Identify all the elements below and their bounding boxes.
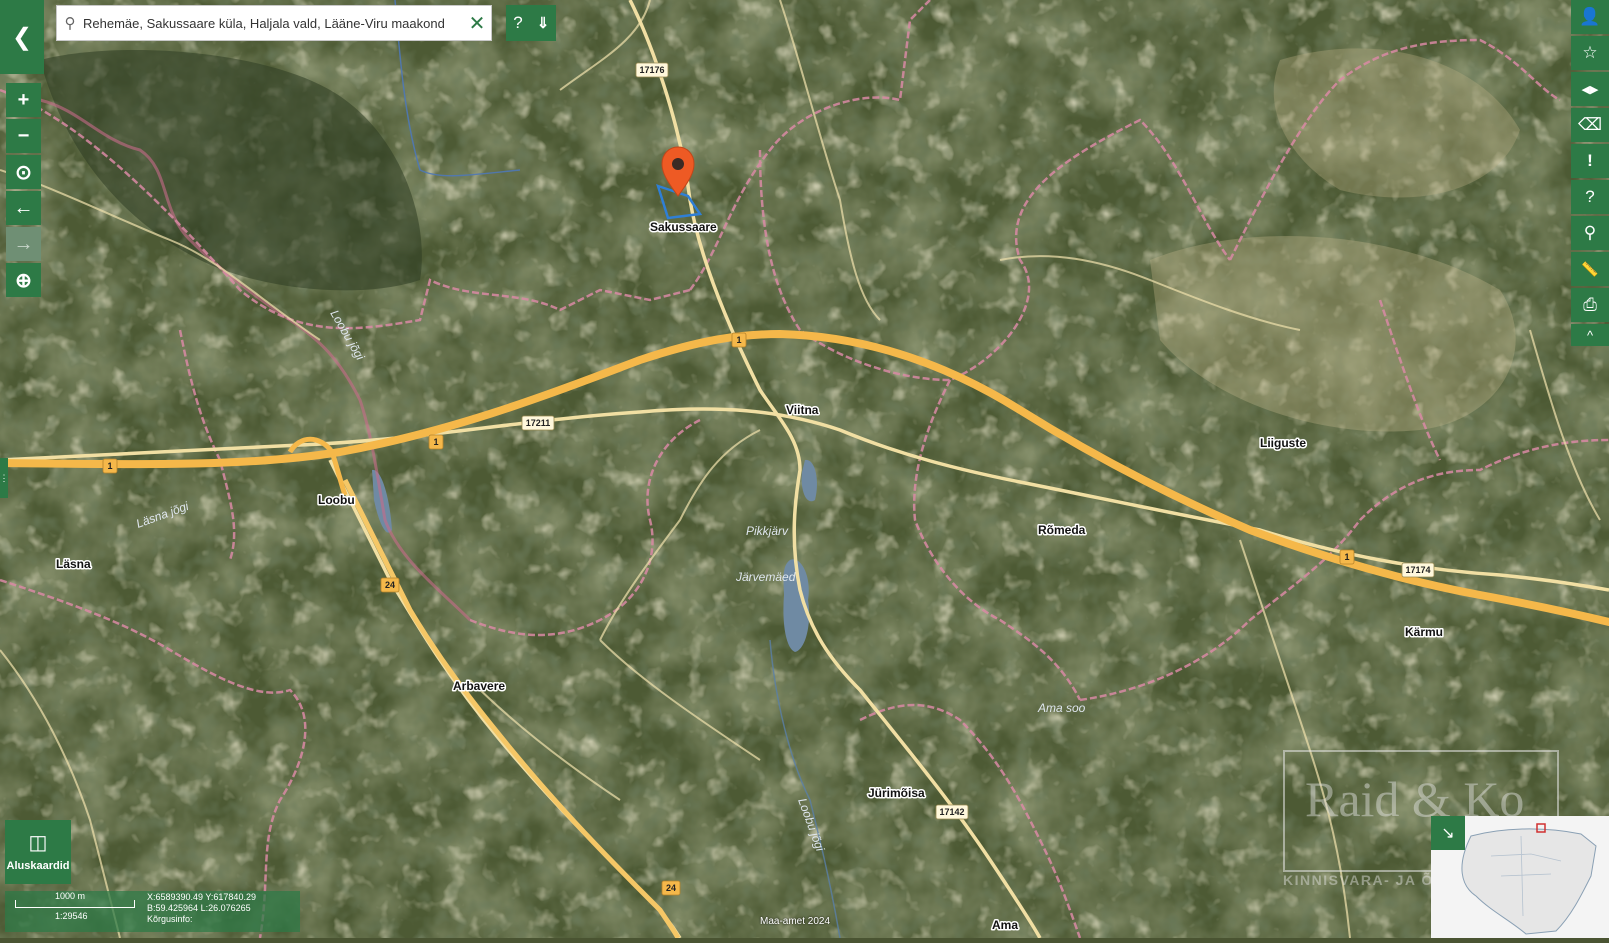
label-arbavere: Arbavere xyxy=(453,679,505,693)
coord-l: L:26.076265 xyxy=(200,903,251,913)
eraser-icon: ⌫ xyxy=(1577,115,1603,134)
eraser-button[interactable]: ⌫ xyxy=(1571,108,1609,142)
svg-text:17142: 17142 xyxy=(939,807,964,817)
minus-icon: − xyxy=(17,124,30,147)
svg-text:1: 1 xyxy=(433,437,438,447)
right-toolbar: 👤 ☆ ◀▶ ⌫ ! ? ⚲ 📏 ⎙ ^ xyxy=(1571,0,1609,348)
label-loobu: Loobu xyxy=(318,493,355,507)
coord-x: X:6589390.49 xyxy=(147,892,204,902)
svg-text:24: 24 xyxy=(385,580,395,590)
label-jarvemaed: Järvemäed xyxy=(735,570,796,584)
plus-icon: + xyxy=(17,88,30,111)
coordinate-readout: X:6589390.49 Y:617840.29 B:59.425964 L:2… xyxy=(147,892,256,925)
zoom-in-button[interactable]: + xyxy=(6,83,41,117)
chevron-left-icon: ❮ xyxy=(11,23,33,51)
basemap-label: Aluskaardid xyxy=(6,860,70,872)
zoom-out-button[interactable]: − xyxy=(6,119,41,153)
arrow-right-icon: → xyxy=(13,232,34,255)
label-lasna: Läsna xyxy=(56,557,91,571)
target-icon: ⊙ xyxy=(15,161,32,184)
favorites-button[interactable]: ☆ xyxy=(1571,36,1609,70)
marker-center xyxy=(672,158,684,170)
question-icon: ? xyxy=(1585,187,1595,206)
label-karmu: Kärmu xyxy=(1405,625,1443,639)
split-view-icon: ◀▶ xyxy=(1581,83,1599,96)
overview-country-outline xyxy=(1461,828,1597,935)
help-button[interactable]: ? xyxy=(1571,180,1609,214)
height-info: Kõrgusinfo: xyxy=(147,914,193,924)
pin-icon: ⚲ xyxy=(1583,223,1597,242)
ruler-icon: 📏 xyxy=(1581,260,1599,277)
coord-b: B:59.425964 xyxy=(147,903,199,913)
overview-toggle-button[interactable]: ↘ xyxy=(1431,816,1465,850)
scale-bar xyxy=(15,900,135,908)
account-button[interactable]: 👤 xyxy=(1571,0,1609,34)
svg-text:17174: 17174 xyxy=(1405,565,1430,575)
search-icon: ⚲ xyxy=(64,15,76,32)
scale-ratio: 1:29546 xyxy=(55,911,88,921)
comment-icon: ! xyxy=(1587,151,1593,170)
chevron-up-icon: ^ xyxy=(1586,327,1594,343)
basemap-button[interactable]: ◫ Aluskaardid xyxy=(5,820,71,884)
label-ama: Ama xyxy=(992,918,1018,932)
measure-button[interactable]: 📏 xyxy=(1571,252,1609,286)
history-back-button[interactable]: ← xyxy=(6,191,41,225)
scale-length: 1000 m xyxy=(55,891,86,901)
label-pikkjarv: Pikkjärv xyxy=(746,524,789,538)
search-help-button[interactable]: ? xyxy=(506,5,530,41)
svg-text:1: 1 xyxy=(736,335,741,345)
label-ama-soo: Ama soo xyxy=(1037,701,1086,715)
scale-panel: 1000 m 1:29546 X:6589390.49 Y:617840.29 … xyxy=(5,891,300,932)
compass-icon: ⊕ xyxy=(15,269,32,292)
locate-button[interactable]: ⊙ xyxy=(6,155,41,189)
label-sakussaare: Sakussaare xyxy=(650,220,717,234)
clear-search-icon[interactable]: ✕ xyxy=(463,11,491,36)
svg-text:1: 1 xyxy=(107,461,112,471)
collapse-toolbar-button[interactable]: ^ xyxy=(1571,324,1609,346)
search-box: ⚲ ✕ xyxy=(56,5,492,41)
print-button[interactable]: ⎙ xyxy=(1571,288,1609,322)
map-icon: ◫ xyxy=(28,832,48,854)
coord-y: Y:617840.29 xyxy=(205,892,256,902)
search-input[interactable] xyxy=(83,15,463,31)
svg-text:1: 1 xyxy=(1344,552,1349,562)
copyright: Maa-amet 2024 xyxy=(760,916,831,927)
label-romeda: Rõmeda xyxy=(1038,523,1086,537)
user-icon: 👤 xyxy=(1579,7,1601,26)
svg-text:24: 24 xyxy=(666,883,676,893)
place-marker-button[interactable]: ⚲ xyxy=(1571,216,1609,250)
double-chevron-down-icon[interactable]: ⇓ xyxy=(530,5,556,41)
svg-text:17211: 17211 xyxy=(526,418,551,428)
svg-text:17176: 17176 xyxy=(639,65,664,75)
arrow-left-icon: ← xyxy=(13,196,34,219)
label-liiguste: Liiguste xyxy=(1260,436,1306,450)
label-viitna: Viitna xyxy=(786,403,819,417)
side-panel-handle[interactable]: ⋮ xyxy=(0,458,9,498)
compare-button[interactable]: ◀▶ xyxy=(1571,72,1609,106)
left-toolbar: + − ⊙ ← → ⊕ xyxy=(6,83,41,299)
label-jurimoisa: Jürimõisa xyxy=(868,786,925,800)
north-button[interactable]: ⊕ xyxy=(6,263,41,297)
panel-back-button[interactable]: ❮ xyxy=(0,0,44,74)
star-icon: ☆ xyxy=(1582,43,1598,62)
feedback-button[interactable]: ! xyxy=(1571,144,1609,178)
expand-arrow-icon: ↘ xyxy=(1441,825,1455,842)
printer-icon: ⎙ xyxy=(1583,295,1597,314)
history-forward-button[interactable]: → xyxy=(6,227,41,261)
